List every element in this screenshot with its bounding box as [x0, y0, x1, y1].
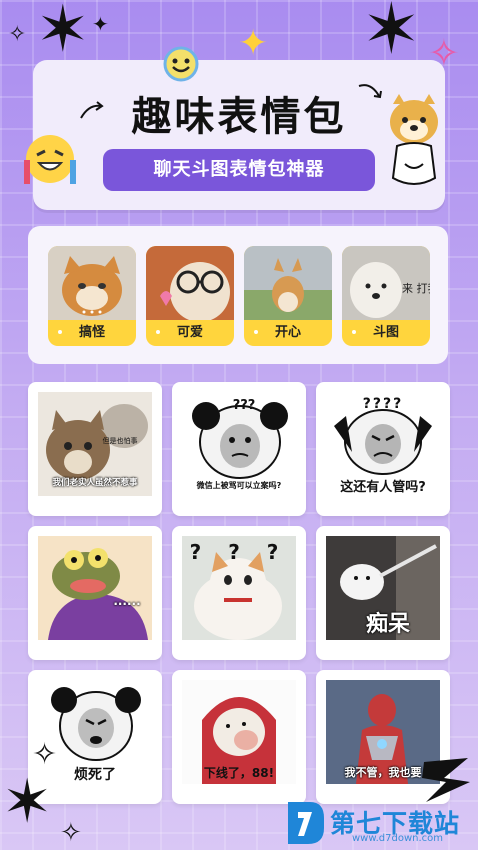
funny-cat-thumbnail [48, 246, 136, 320]
doge-sticker-icon [390, 94, 438, 185]
meme-card[interactable]: ...... [28, 526, 162, 660]
meme-card[interactable]: ??? 微信上被骂可以立案吗? [172, 382, 306, 516]
meme-caption: ? ? ? [189, 540, 289, 564]
category-label: 斗图 [372, 325, 399, 340]
sparkle-icon: ✦ [238, 23, 269, 64]
watermark-logo: 第七下载站 www.d7down.com [282, 800, 472, 846]
meme-caption: 这还有人管吗? [340, 480, 426, 495]
fish-meme-image [38, 536, 152, 640]
category-happy[interactable]: 开心 [244, 246, 332, 346]
lightning-icon [422, 758, 470, 802]
category-funny[interactable]: 搞怪 [48, 246, 136, 346]
category-label: 开心 [274, 325, 301, 340]
meme-caption: 微信上被骂可以立案吗? [196, 481, 282, 490]
meme-caption: ??? [232, 398, 256, 413]
star-icon: ✧ [60, 818, 82, 848]
brand-url: www.d7down.com [352, 833, 444, 844]
meme-card[interactable]: 但是也怕事 我们老实人虽然不惹事 [28, 382, 162, 516]
meme-card[interactable]: ???? 这还有人管吗? [316, 382, 450, 516]
meme-caption: 我们老实人虽然不惹事 [52, 478, 138, 488]
meme-caption: 痴呆 [365, 612, 410, 637]
meme-card[interactable]: ? ? ? [172, 526, 306, 660]
fight-dog-thumbnail: 来 打我 [342, 246, 430, 320]
header-card: 趣味表情包 聊天斗图表情包神器 [24, 46, 445, 210]
meme-caption: 但是也怕事 [102, 437, 138, 445]
meme-card[interactable]: 痴呆 [316, 526, 450, 660]
category-cute[interactable]: 可爱 [146, 246, 234, 346]
meme-card[interactable]: 下线了，88! [172, 670, 306, 804]
meme-caption: ...... [113, 594, 141, 608]
happy-corgi-thumbnail [244, 246, 332, 320]
cute-dog-thumbnail [146, 246, 234, 320]
category-label: 搞怪 [78, 325, 105, 340]
smiley-sticker-icon [163, 46, 199, 82]
category-panel: 搞怪 可爱 开心 来 打我 斗图 [28, 226, 448, 364]
meme-caption: ???? [362, 396, 404, 412]
category-battle[interactable]: 来 打我 斗图 [342, 246, 430, 346]
star-icon: ✧ [8, 22, 27, 47]
star-icon: ✶ [36, 0, 90, 67]
brand-logo-icon [288, 802, 324, 844]
meme-caption: 下线了，88! [203, 766, 275, 780]
subtitle-banner: 聊天斗图表情包神器 [103, 149, 375, 191]
star-icon: ✶ [2, 767, 53, 837]
thumbnail-caption: 来 打我 [402, 281, 430, 295]
star-icon: ✶ [362, 0, 421, 70]
star-icon: ✦ [92, 12, 109, 36]
star-icon: ✧ [32, 737, 58, 772]
category-label: 可爱 [176, 325, 203, 340]
